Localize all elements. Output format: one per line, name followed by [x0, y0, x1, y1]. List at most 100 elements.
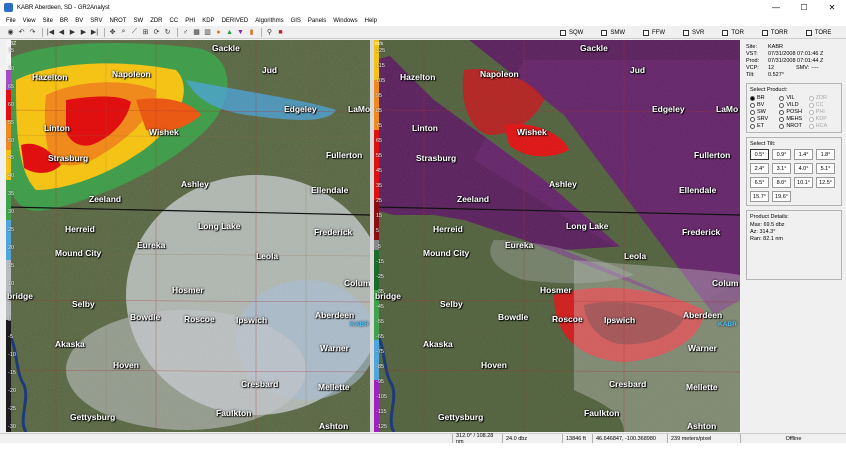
tilt-button[interactable]: 19.6° [772, 191, 791, 202]
checkbox[interactable] [643, 29, 650, 36]
last-frame-icon[interactable]: ▶| [90, 28, 99, 37]
toggle-sqw[interactable]: SQW [560, 29, 583, 36]
tilt-button[interactable]: 3.1° [772, 163, 791, 174]
stop-icon[interactable]: ■ [276, 28, 285, 37]
tilt-button[interactable]: 0.5° [750, 149, 769, 160]
radio-button[interactable] [750, 123, 755, 129]
velocity-panel[interactable]: m/s 125 115 105 95 85 75 65 55 45 35 25 15 5 -5 -15 -25… [374, 40, 740, 432]
menu-item-kdp[interactable]: KDP [202, 18, 214, 24]
radio-button[interactable] [779, 102, 785, 108]
minimize-button[interactable]: — [762, 0, 790, 15]
product-radio-et[interactable]: ET [750, 123, 779, 129]
checkbox[interactable] [722, 29, 729, 36]
town-label-ashley: Ashley [181, 179, 209, 189]
cross-section-icon[interactable]: ⊞ [141, 28, 150, 37]
menu-item-zdr[interactable]: ZDR [150, 18, 162, 24]
menu-item-nrot[interactable]: NROT [110, 18, 127, 24]
scale-tick: -30 [8, 424, 16, 430]
pin-icon[interactable]: ⚲ [265, 28, 274, 37]
layout-icon[interactable]: ▥ [203, 28, 212, 37]
menu-item-gis[interactable]: GIS [291, 18, 301, 24]
menu-item-srv[interactable]: SRV [90, 18, 102, 24]
menu-item-file[interactable]: File [6, 18, 16, 24]
menu-item-help[interactable]: Help [365, 18, 377, 24]
menu-item-phi[interactable]: PHI [185, 18, 195, 24]
menu-item-panels[interactable]: Panels [308, 18, 326, 24]
grid-icon[interactable]: ▦ [192, 28, 201, 37]
radio-button[interactable] [750, 95, 755, 101]
checkbox[interactable] [560, 29, 566, 36]
tilt-button[interactable]: 12.5° [816, 177, 835, 188]
radio-button[interactable] [779, 116, 785, 122]
radio-button[interactable] [779, 123, 785, 129]
radio-label: BR [757, 95, 765, 101]
first-frame-icon[interactable]: |◀ [46, 28, 55, 37]
toggle-svr[interactable]: SVR [683, 29, 704, 36]
menu-item-bv[interactable]: BV [75, 18, 83, 24]
product-radio-posh[interactable]: POSH [779, 109, 808, 115]
tilt-button[interactable]: 2.4° [750, 163, 769, 174]
product-radio-srv[interactable]: SRV [750, 116, 779, 122]
measure-icon[interactable]: ⟋ [130, 28, 139, 37]
radio-button[interactable] [779, 109, 785, 115]
open-icon[interactable]: ◉ [6, 28, 15, 37]
tilt-button[interactable]: 4.0° [794, 163, 813, 174]
color-table-icon[interactable]: ● [214, 28, 223, 37]
pan-icon[interactable]: ✥ [108, 28, 117, 37]
checkbox[interactable] [601, 29, 608, 36]
tilt-button[interactable]: 1.8° [816, 149, 835, 160]
zoom-icon[interactable]: ⌕ [119, 28, 128, 37]
product-radio-vild[interactable]: VILD [779, 102, 808, 108]
warning-icon[interactable]: ▮ [247, 28, 256, 37]
toggle-tor[interactable]: TOR [722, 29, 744, 36]
rotate-icon[interactable]: ⟳ [152, 28, 161, 37]
tilt-button[interactable]: 8.0° [772, 177, 791, 188]
product-radio-mehs[interactable]: MEHS [779, 116, 808, 122]
tilt-button[interactable]: 0.9° [772, 149, 791, 160]
menu-item-cc[interactable]: CC [170, 18, 179, 24]
menu-item-derived[interactable]: DERIVED [222, 18, 249, 24]
checkbox[interactable] [805, 29, 812, 36]
forward-icon[interactable]: ↷ [28, 28, 37, 37]
tilt-button[interactable]: 15.7° [750, 191, 769, 202]
maximize-button[interactable]: ☐ [790, 0, 818, 15]
tilt-button[interactable]: 1.4° [794, 149, 813, 160]
product-radio-sw[interactable]: SW [750, 109, 779, 115]
play-icon[interactable]: ▶ [68, 28, 77, 37]
radio-button[interactable] [750, 109, 755, 115]
green-triangle-icon[interactable]: ▲ [225, 28, 234, 37]
product-radio-vil[interactable]: VIL [779, 95, 808, 101]
toggle-smw[interactable]: SMW [601, 29, 625, 36]
tilt-button[interactable]: 10.1° [794, 177, 813, 188]
next-frame-icon[interactable]: ▶ [79, 28, 88, 37]
toggle-tore[interactable]: TORE [805, 29, 831, 36]
menu-item-sw[interactable]: SW [134, 18, 144, 24]
select-product-title: Select Product: [750, 87, 788, 93]
product-radio-nrot[interactable]: NROT [779, 123, 808, 129]
product-radio-bv[interactable]: BV [750, 102, 779, 108]
toggle-ffw[interactable]: FFW [643, 29, 665, 36]
product-radio-br[interactable]: BR [750, 95, 779, 101]
storm-track-icon[interactable]: ♂ [181, 28, 190, 37]
radio-button[interactable] [779, 95, 785, 101]
checkbox[interactable] [683, 29, 690, 36]
reflectivity-panel[interactable]: dBZ 75 70 65 60 55 50 45 40 35 30 25 20 15 10 5 0 -5 -10-… [6, 40, 370, 432]
refresh-icon[interactable]: ↻ [163, 28, 172, 37]
tilt-button[interactable]: 5.1° [816, 163, 835, 174]
prod-key: Prod: [746, 58, 760, 64]
close-button[interactable]: ✕ [818, 0, 846, 15]
purple-triangle-icon[interactable]: ▼ [236, 28, 245, 37]
toggle-torr[interactable]: TORR [761, 29, 788, 36]
menu-item-site[interactable]: Site [43, 18, 53, 24]
menu-item-windows[interactable]: Windows [333, 18, 357, 24]
menu-item-br[interactable]: BR [60, 18, 68, 24]
product-radio-phi: PHI [808, 109, 838, 115]
menu-item-algorithms[interactable]: Algorithms [255, 18, 283, 24]
menu-item-view[interactable]: View [23, 18, 36, 24]
radio-button[interactable] [750, 102, 755, 108]
tilt-button[interactable]: 6.5° [750, 177, 769, 188]
checkbox[interactable] [761, 29, 768, 36]
prev-frame-icon[interactable]: ◀ [57, 28, 66, 37]
radio-button[interactable] [750, 116, 755, 122]
back-icon[interactable]: ↶ [17, 28, 26, 37]
